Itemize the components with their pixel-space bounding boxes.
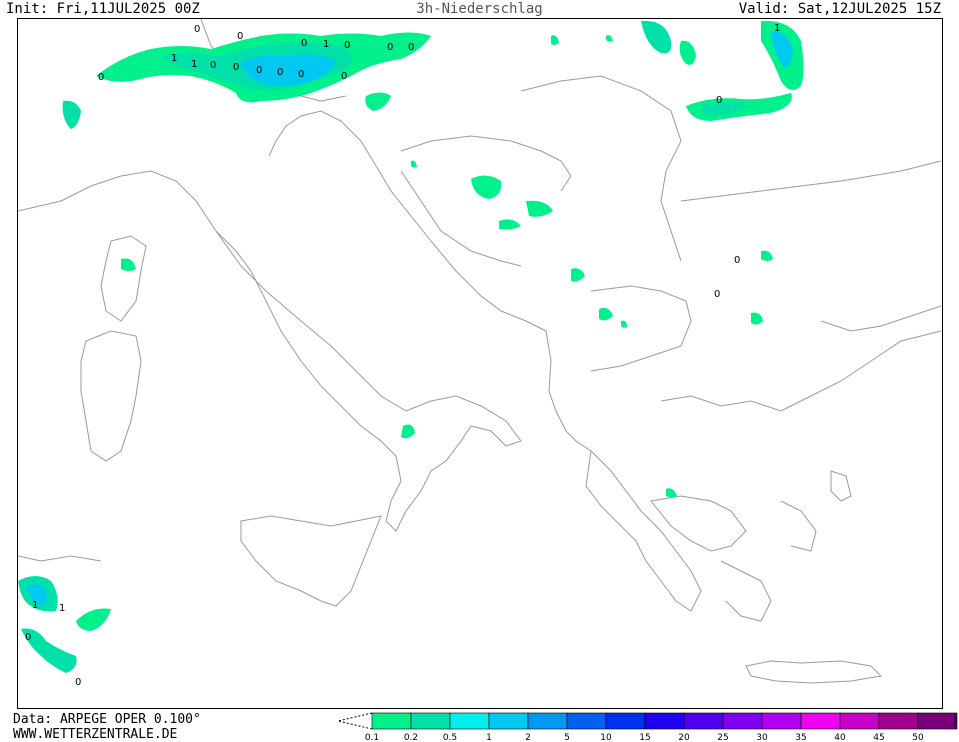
legend-tick-label: 30 [756, 733, 768, 741]
legend-swatch [761, 712, 802, 730]
legend-swatch [800, 712, 841, 730]
legend-swatch [410, 712, 451, 730]
legend-tick-label: 0.1 [365, 733, 379, 741]
legend-swatch [644, 712, 685, 730]
point-label: 0 [387, 42, 393, 53]
point-label: 0 [25, 632, 31, 643]
point-label: 0 [298, 69, 304, 80]
legend-swatch [371, 712, 412, 730]
legend-swatch [722, 712, 763, 730]
legend-swatch [488, 712, 529, 730]
point-label: 1 [32, 600, 38, 611]
legend-tick-label: 50 [912, 733, 924, 741]
point-label: 0 [301, 38, 307, 49]
point-label: 0 [341, 71, 347, 82]
legend-swatch [605, 712, 646, 730]
legend-tick-label: 10 [600, 733, 612, 741]
map-canvas: 0 1 0 0 1 0 0 0 0 0 0 1 0 1 0 0 0 0 0 1 … [18, 19, 942, 688]
point-label: 0 [237, 31, 243, 42]
point-label: 0 [714, 289, 720, 300]
point-label: 1 [59, 603, 65, 614]
data-source-label: Data: ARPEGE OPER 0.100° [13, 712, 201, 727]
legend-tick-label: 5 [564, 733, 570, 741]
legend-tick-label: 20 [678, 733, 690, 741]
legend-under-arrow [337, 712, 373, 730]
precipitation-areas [18, 20, 804, 673]
point-label: 0 [98, 72, 104, 83]
point-label: 1 [191, 59, 197, 70]
point-label: 0 [716, 95, 722, 106]
coastlines [18, 19, 942, 684]
valid-time-label: Valid: Sat,12JUL2025 15Z [738, 1, 941, 17]
legend-swatch [917, 712, 958, 730]
point-label: 1 [171, 53, 177, 64]
point-label: 1 [774, 23, 780, 34]
legend-tick-label: 2 [525, 733, 531, 741]
legend-tick-label: 35 [795, 733, 806, 741]
point-label: 0 [233, 62, 239, 73]
point-label: 0 [75, 677, 81, 688]
point-label: 0 [408, 42, 414, 53]
point-label: 0 [256, 65, 262, 76]
point-value-labels: 0 1 0 0 1 0 0 0 0 0 0 1 0 1 0 0 0 0 0 1 … [25, 23, 780, 688]
point-label: 0 [734, 255, 740, 266]
website-label: WWW.WETTERZENTRALE.DE [13, 727, 178, 742]
legend-tick-label: 40 [834, 733, 846, 741]
legend-swatch [449, 712, 490, 730]
legend-swatch [683, 712, 724, 730]
point-label: 1 [323, 39, 329, 50]
legend-tick-label: 15 [639, 733, 650, 741]
legend-tick-label: 0.5 [443, 733, 457, 741]
legend-swatch [878, 712, 919, 730]
legend-tick-label: 1 [486, 733, 492, 741]
legend-swatches [337, 712, 958, 730]
legend-swatch [527, 712, 568, 730]
legend-tick-label: 25 [717, 733, 728, 741]
point-label: 0 [194, 24, 200, 35]
legend-tick-label: 0.2 [404, 733, 418, 741]
color-scale-legend: 0.1 0.2 0.5 1 2 5 10 15 20 25 30 35 40 45 50 [337, 712, 958, 741]
point-label: 0 [344, 40, 350, 51]
legend-swatch [566, 712, 607, 730]
point-label: 0 [210, 60, 216, 71]
precipitation-map: 0 1 0 0 1 0 0 0 0 0 0 1 0 1 0 0 0 0 0 1 … [17, 18, 943, 709]
point-label: 0 [277, 67, 283, 78]
legend-labels: 0.1 0.2 0.5 1 2 5 10 15 20 25 30 35 40 45 50 [365, 733, 924, 741]
legend-swatch [839, 712, 880, 730]
legend-tick-label: 45 [873, 733, 884, 741]
